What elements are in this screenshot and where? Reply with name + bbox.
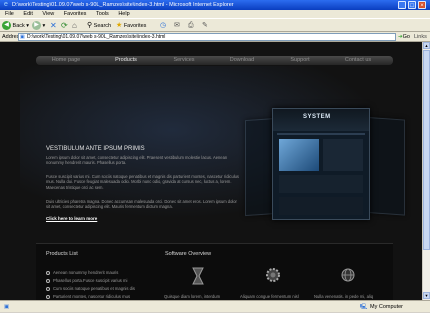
hourglass-icon	[190, 267, 206, 285]
search-button[interactable]: ⚲ Search	[87, 21, 111, 31]
refresh-icon[interactable]: ⟳	[61, 21, 68, 31]
bullet-icon	[46, 294, 50, 299]
stop-icon[interactable]: ✕	[50, 21, 57, 31]
preview-text-block	[323, 139, 363, 171]
product-item[interactable]: Aenean nonummy hendrerit mauris	[46, 270, 118, 275]
page-icon: ▣	[20, 34, 25, 40]
preview-logo: SYSTEM	[303, 114, 331, 120]
history-icon[interactable]: ◷	[160, 21, 166, 31]
scroll-up-icon[interactable]: ▲	[423, 42, 430, 49]
toolbar: ◀ Back ▾ ▶ ▾ ✕ ⟳ ⌂ ⚲ Search ★ Favorites …	[0, 18, 430, 32]
edit-icon[interactable]: ✎	[202, 21, 208, 31]
menu-view[interactable]: View	[42, 11, 54, 17]
bullet-icon	[46, 278, 50, 283]
ie-icon: e	[4, 1, 8, 8]
back-arrow-icon: ◀	[2, 21, 11, 31]
nav-download[interactable]: Download	[212, 56, 272, 65]
intro-paragraph-1: Lorem ipsum dolor sit amet, consectetur …	[46, 155, 228, 166]
go-label: Go	[402, 34, 410, 40]
computer-icon: 🖳	[360, 304, 368, 310]
preview-hero-image	[279, 139, 319, 171]
software-item-1-text: Quisque diam lorem, interdum	[164, 294, 221, 299]
product-item[interactable]: Phasellus porta.Fusce suscipit varius mi	[46, 278, 127, 283]
back-label: Back	[12, 23, 25, 29]
menu-bar: File Edit View Favorites Tools Help	[0, 10, 430, 18]
preview-footer-block	[279, 197, 363, 215]
learn-more-link[interactable]: Click here to learn more	[46, 216, 97, 221]
intro-heading: VESTIBULUM ANTE IPSUM PRIMIS	[46, 146, 145, 152]
menu-edit[interactable]: Edit	[23, 11, 32, 17]
mail-icon[interactable]: ✉	[174, 21, 180, 31]
zone-label: My Computer	[370, 304, 404, 310]
go-button[interactable]: ➜Go	[398, 32, 412, 42]
home-icon[interactable]: ⌂	[72, 21, 77, 31]
nav-products[interactable]: Products	[96, 56, 156, 65]
gear-icon	[265, 267, 281, 283]
print-icon[interactable]: ⎙	[188, 21, 194, 31]
minimize-button[interactable]: _	[398, 1, 406, 9]
scroll-thumb[interactable]	[423, 50, 430, 250]
window-title: D:\work\Testing\01.09.07\web s-90L_Ramze…	[12, 2, 234, 8]
product-item[interactable]: Cum sociis natoque penatibus et magnis d…	[46, 286, 135, 291]
search-icon: ⚲	[87, 22, 93, 29]
star-icon: ★	[116, 22, 123, 29]
menu-file[interactable]: File	[5, 11, 14, 17]
nav-support[interactable]: Support	[270, 56, 330, 65]
favorites-label: Favorites	[123, 23, 147, 29]
nav-home-page[interactable]: Home page	[36, 56, 96, 65]
scroll-down-icon[interactable]: ▼	[423, 292, 430, 299]
back-button[interactable]: ◀ Back ▾	[2, 21, 29, 31]
bullet-icon	[46, 270, 50, 275]
page-done-icon: ▣	[4, 304, 10, 310]
window-titlebar: D:\work\Testing\01.09.07\web s-90L_Ramze…	[0, 0, 430, 10]
bullet-icon	[46, 286, 50, 291]
products-title: Products List	[46, 251, 78, 257]
forward-arrow-icon: ▶	[32, 21, 41, 31]
intro-paragraph-3: Duis ultricies pharetra magna. Donec acc…	[46, 199, 237, 210]
software-item-2-text: Aliquam congue fermentum nisl	[240, 294, 299, 299]
software-item-3-text: Nulla venenatis. in pede mi, aliq	[314, 294, 374, 299]
site-nav: Home page Products Services Download Sup…	[36, 56, 393, 65]
status-bar: ▣ 🖳 My Computer	[0, 300, 430, 312]
globe-icon	[340, 267, 356, 283]
forward-button[interactable]: ▶ ▾	[32, 21, 45, 31]
intro-paragraph-2: Fusce suscipit varius mi. Cum sociis nat…	[46, 174, 239, 190]
address-url: D:\work\Testing\01.09.07\web s-90L_Ramze…	[27, 34, 166, 40]
preview-nav	[277, 133, 365, 135]
address-input[interactable]: ▣ D:\work\Testing\01.09.07\web s-90L_Ram…	[18, 33, 396, 41]
software-title: Software Overview	[165, 251, 212, 257]
close-button[interactable]: ×	[418, 1, 426, 9]
search-label: Search	[93, 23, 112, 29]
vertical-scrollbar[interactable]: ▲ ▼	[422, 42, 430, 300]
preview-content-block	[279, 175, 363, 193]
address-bar: Address ▣ D:\work\Testing\01.09.07\web s…	[0, 32, 430, 42]
menu-favorites[interactable]: Favorites	[64, 11, 87, 17]
maximize-button[interactable]: □	[408, 1, 416, 9]
nav-contact-us[interactable]: Contact us	[328, 56, 388, 65]
nav-services[interactable]: Services	[154, 56, 214, 65]
links-label[interactable]: Links	[414, 32, 427, 42]
menu-help[interactable]: Help	[118, 11, 129, 17]
favorites-button[interactable]: ★ Favorites	[116, 21, 146, 31]
website-preview-image: SYSTEM	[272, 108, 370, 220]
menu-tools[interactable]: Tools	[96, 11, 109, 17]
preview-header	[273, 109, 369, 131]
product-item[interactable]: Parturient montes, nascetur ridiculus mu…	[46, 294, 130, 299]
